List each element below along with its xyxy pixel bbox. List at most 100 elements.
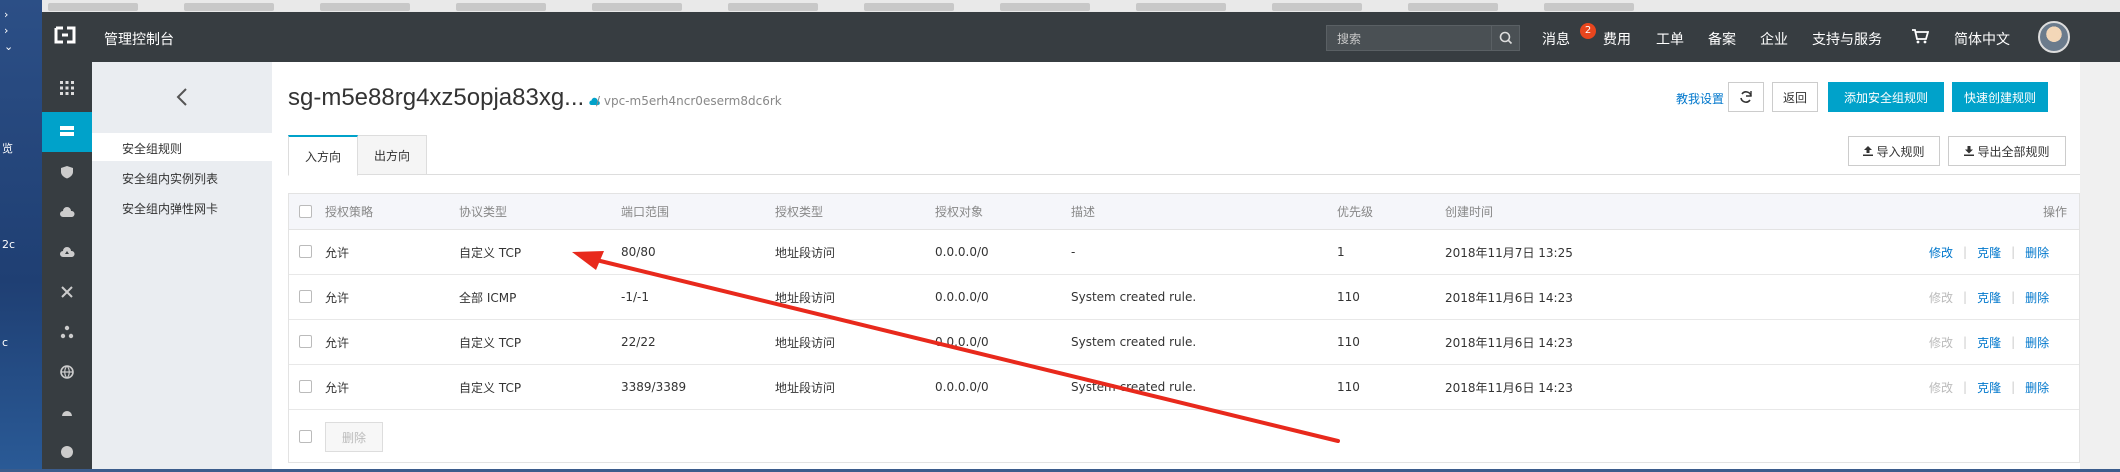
clone-link[interactable]: 克隆 [1977, 379, 2001, 396]
chevron-down-icon: ⌄ [4, 40, 14, 53]
sidebar-security-button[interactable] [42, 152, 92, 192]
cell-created: 2018年11月6日 14:23 [1445, 335, 1573, 350]
nav-language[interactable]: 简体中文 [1954, 29, 2010, 49]
cell-priority: 110 [1337, 290, 1360, 304]
modify-link: 修改 [1929, 335, 1954, 350]
submenu-item-eni[interactable]: 安全组内弹性网卡 [122, 200, 218, 217]
cell-policy: 允许 [325, 335, 350, 350]
sidebar-cloud-button[interactable] [42, 192, 92, 232]
search-icon [1499, 31, 1513, 45]
modify-link[interactable]: 修改 [1929, 244, 1953, 261]
cell-created: 2018年11月6日 14:23 [1445, 380, 1573, 395]
grid-icon [60, 81, 74, 95]
clone-link[interactable]: 克隆 [1977, 289, 2001, 306]
delete-link[interactable]: 删除 [2025, 334, 2049, 351]
add-rule-button[interactable]: 添加安全组规则 [1828, 82, 1944, 112]
sidebar-circle-button[interactable] [42, 432, 92, 472]
quick-create-button[interactable]: 快速创建规则 [1952, 82, 2048, 112]
nav-enterprise[interactable]: 企业 [1760, 29, 1788, 49]
cell-auth-object: 0.0.0.0/0 [935, 245, 989, 259]
table-row: 允许 自定义 TCP 80/80 地址段访问 0.0.0.0/0 - 1 201… [289, 230, 2079, 275]
nav-messages[interactable]: 消息 [1542, 29, 1570, 49]
aliyun-logo-icon[interactable] [54, 26, 76, 44]
row-actions: 修改 | 克隆 | 删除 [1929, 379, 2050, 396]
cell-auth-object: 0.0.0.0/0 [935, 290, 989, 304]
sidebar-network-button[interactable] [42, 272, 92, 312]
nav-tickets[interactable]: 工单 [1656, 29, 1684, 49]
cell-policy: 允许 [325, 290, 350, 305]
cell-description: System created rule. [1071, 335, 1197, 349]
row-checkbox[interactable] [299, 380, 312, 393]
page-title: sg-m5e88rg4xz5opja83xg... [288, 84, 585, 111]
import-rules-button[interactable]: 导入规则 [1848, 136, 1940, 166]
table-row: 允许 全部 ICMP -1/-1 地址段访问 0.0.0.0/0 System … [289, 275, 2079, 320]
cell-protocol: 自定义 TCP [459, 380, 522, 395]
circle-icon [61, 446, 73, 458]
search-button[interactable] [1491, 26, 1519, 50]
upload-icon [1863, 146, 1874, 156]
chevron-left-icon [176, 88, 187, 106]
refresh-button[interactable] [1728, 82, 1764, 112]
back-to-list-button[interactable]: 返回 [1772, 82, 1818, 112]
submenu-item-instances[interactable]: 安全组内实例列表 [122, 170, 218, 187]
nav-billing[interactable]: 费用 [1603, 29, 1631, 49]
nav-filing[interactable]: 备案 [1708, 29, 1736, 49]
header-auth-object: 授权对象 [935, 205, 984, 219]
cell-protocol: 全部 ICMP [459, 290, 517, 305]
cell-port: 3389/3389 [621, 380, 687, 394]
bookmark-bar [42, 0, 2120, 12]
chevron-right-icon: › [4, 24, 9, 37]
console-title[interactable]: 管理控制台 [104, 29, 174, 49]
cell-description: System created rule. [1071, 380, 1197, 394]
sidebar-ecs-button[interactable] [42, 112, 92, 152]
desktop-label: 览 [2, 142, 13, 155]
top-nav: 管理控制台 消息 2 费用 工单 备案 企业 支持与服务 简体中文 [42, 12, 2120, 62]
row-checkbox[interactable] [299, 290, 312, 303]
row-actions: 修改 | 克隆 | 删除 [1929, 244, 2050, 261]
nav-support[interactable]: 支持与服务 [1812, 29, 1882, 49]
crosshair-icon [61, 286, 73, 298]
delete-link[interactable]: 删除 [2025, 289, 2049, 306]
back-button[interactable] [92, 62, 272, 132]
submenu-item-rules[interactable]: 安全组规则 [122, 140, 182, 157]
select-all-checkbox[interactable] [299, 205, 312, 218]
sidebar-cloud-upload-button[interactable] [42, 232, 92, 272]
sidebar-globe-button[interactable] [42, 352, 92, 392]
cell-auth-type: 地址段访问 [775, 290, 836, 305]
cart-icon[interactable] [1911, 28, 1929, 44]
modify-link: 修改 [1929, 290, 1954, 305]
sidebar-dashboard-button[interactable] [42, 392, 92, 432]
cell-protocol: 自定义 TCP [459, 245, 522, 260]
cell-auth-object: 0.0.0.0/0 [935, 335, 989, 349]
import-rules-label: 导入规则 [1876, 144, 1925, 159]
delete-link[interactable]: 删除 [2025, 244, 2049, 261]
sidebar-topology-button[interactable] [42, 312, 92, 352]
batch-delete-button[interactable]: 删除 [325, 422, 383, 452]
user-avatar[interactable] [2038, 21, 2070, 53]
clone-link[interactable]: 克隆 [1977, 244, 2001, 261]
main-content: sg-m5e88rg4xz5opja83xg... / vpc-m5erh4nc… [272, 62, 2120, 469]
topology-icon [60, 325, 74, 339]
help-link[interactable]: 教我设置 [1676, 90, 1724, 107]
row-checkbox[interactable] [299, 245, 312, 258]
modify-link: 修改 [1929, 380, 1954, 395]
tab-outbound[interactable]: 出方向 [358, 135, 428, 175]
footer-select-checkbox[interactable] [299, 430, 312, 443]
search-input[interactable] [1335, 31, 1485, 47]
desktop-strip: › › ⌄ 览 2c c [0, 0, 42, 469]
export-rules-button[interactable]: 导出全部规则 [1948, 136, 2066, 166]
table-header: 授权策略 协议类型 端口范围 授权类型 授权对象 描述 优先级 创建时间 操作 [289, 194, 2079, 230]
sidebar-products-button[interactable] [42, 68, 92, 108]
header-auth-type: 授权类型 [775, 205, 824, 219]
header-operations: 操作 [2043, 205, 2068, 219]
cloud-icon [60, 207, 75, 217]
header-created: 创建时间 [1445, 205, 1494, 219]
delete-link[interactable]: 删除 [2025, 379, 2049, 396]
row-checkbox[interactable] [299, 335, 312, 348]
vpc-link[interactable]: / vpc-m5erh4ncr0eserm8dc6rk [596, 94, 782, 108]
tab-inbound[interactable]: 入方向 [288, 135, 359, 176]
clone-link[interactable]: 克隆 [1977, 334, 2001, 351]
header-port: 端口范围 [621, 205, 670, 219]
shield-icon [61, 166, 73, 179]
table-row: 允许 自定义 TCP 22/22 地址段访问 0.0.0.0/0 System … [289, 320, 2079, 365]
